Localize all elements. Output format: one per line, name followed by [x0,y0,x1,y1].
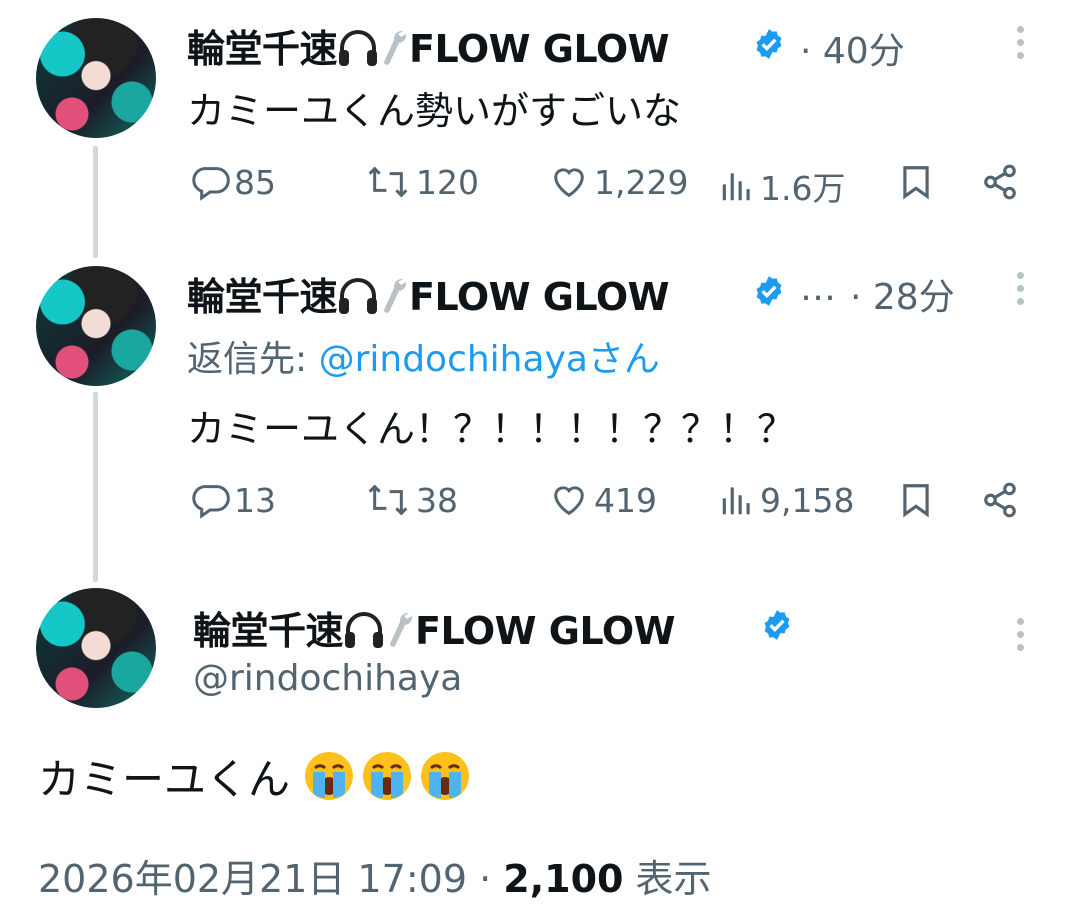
like-button[interactable]: 419 [548,480,657,520]
more-icon[interactable] [1015,272,1025,312]
views-icon [722,173,750,201]
share-icon[interactable] [981,163,1019,201]
views-icon [722,487,750,515]
bookmark-icon[interactable] [897,481,935,519]
views-button[interactable]: 1.6万 [718,162,845,210]
reply-button[interactable]: 85 [190,162,276,202]
headphone-icon [337,276,379,325]
view-count: 9,158 [760,480,855,520]
verified-badge-icon [756,29,782,59]
user-handle[interactable]: @rindochihaya [193,658,462,699]
verified-badge-icon [764,610,790,640]
display-name[interactable]: 輪堂千速 FLOW GLOW [193,600,676,659]
reply-count: 85 [234,162,276,202]
views-button[interactable]: 9,158 [718,480,854,520]
retweet-icon [368,484,408,516]
wrench-icon [385,610,415,659]
more-icon[interactable] [1015,26,1025,66]
headphone-icon [337,28,379,77]
tweet-text: カミーユくん勢いがすごいな [187,89,682,133]
tweet-timestamp[interactable]: 2026年02月21日 17:09 [38,857,467,901]
retweet-count: 38 [416,480,458,520]
verified-badge-icon [756,276,782,306]
avatar[interactable] [36,266,156,386]
like-count: 1,229 [594,162,689,202]
display-name-suffix: FLOW GLOW [409,275,670,319]
avatar[interactable] [36,18,156,138]
tweet-footer: 2026年02月21日 17:09 · 2,100 表示 [38,848,712,903]
reply-button[interactable]: 13 [190,480,276,520]
display-name[interactable]: 輪堂千速 FLOW GLOW [187,266,670,325]
loudly-crying-face-icon [363,752,412,800]
thread-line [93,392,98,582]
reply-handle-link[interactable]: @rindochihayaさん [319,339,660,380]
separator: · [467,857,504,901]
replying-to: 返信先: @rindochihayaさん [187,330,660,382]
loudly-crying-face-icon [421,752,470,800]
tweet-text: カミーユくん！？！！！！？？！？ [187,407,796,451]
bookmark-icon[interactable] [897,163,935,201]
display-name[interactable]: 輪堂千速 FLOW GLOW [187,18,670,77]
like-button[interactable]: 1,229 [548,162,688,202]
display-name-suffix: FLOW GLOW [409,27,670,71]
avatar[interactable] [36,588,156,708]
tweet-time[interactable]: · 28分 [850,268,955,320]
view-count: 2,100 [503,857,624,901]
wrench-icon [379,276,409,325]
like-icon [554,486,584,516]
retweet-count: 120 [416,162,479,202]
share-icon[interactable] [981,481,1019,519]
retweet-button[interactable]: 38 [364,480,458,520]
reply-count: 13 [234,480,276,520]
reply-prefix: 返信先: [187,339,319,380]
like-icon [554,168,584,198]
retweet-button[interactable]: 120 [364,162,479,202]
more-icon[interactable] [1015,618,1025,658]
display-name-text: 輪堂千速 [187,275,338,319]
display-name-suffix: FLOW GLOW [415,609,676,653]
tweet-text-content: カミーユくん [38,755,291,804]
like-count: 419 [594,480,657,520]
display-name-text: 輪堂千速 [193,609,344,653]
headphone-icon [343,610,385,659]
wrench-icon [379,28,409,77]
reply-icon [192,167,230,201]
loudly-crying-face-icon [305,752,354,800]
view-label: 表示 [623,857,712,901]
reply-icon [192,485,230,519]
view-count: 1.6万 [760,169,846,208]
display-name-text: 輪堂千速 [187,27,338,71]
tweet-text: カミーユくん [38,746,477,807]
name-ellipsis: … [800,268,836,309]
retweet-icon [368,166,408,198]
tweet-time[interactable]: · 40分 [800,22,905,74]
thread-line [93,146,98,258]
